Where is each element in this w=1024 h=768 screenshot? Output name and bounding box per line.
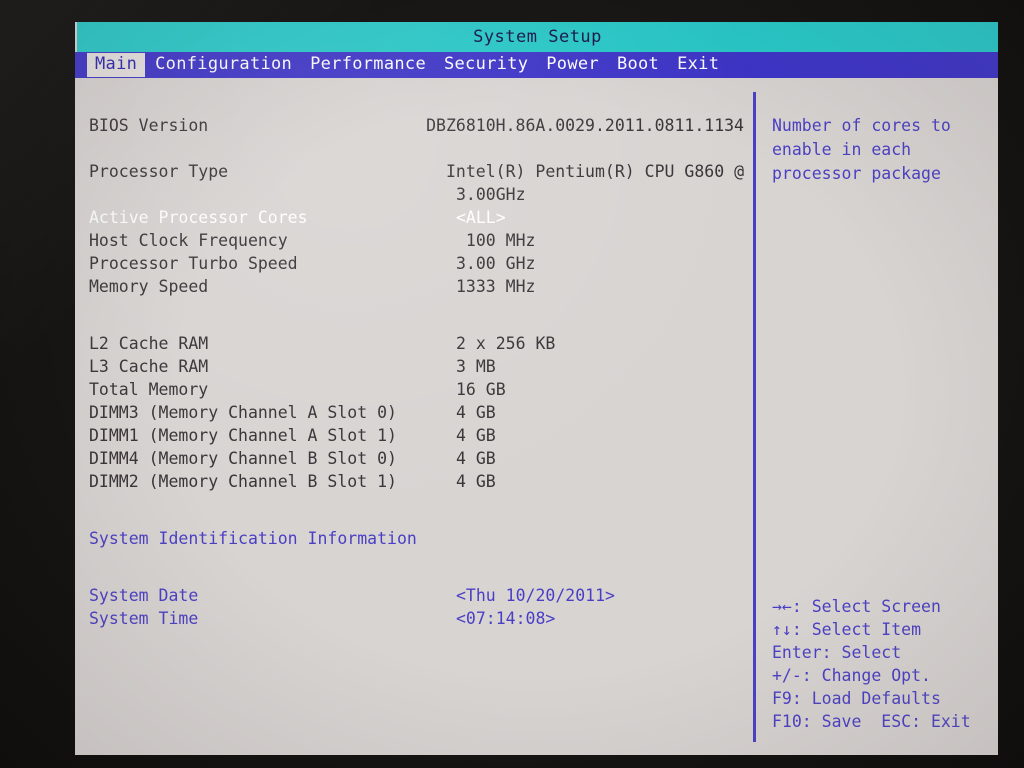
row-dimm1: DIMM1 (Memory Channel A Slot 1) 4 GB [89,424,744,447]
row-memory-speed: Memory Speed 1333 MHz [89,275,744,298]
memory-speed-value: 1333 MHz [456,277,536,296]
tab-configuration[interactable]: Configuration [147,53,300,77]
dimm1-label: DIMM1 (Memory Channel A Slot 1) [89,426,397,445]
row-dimm3: DIMM3 (Memory Channel A Slot 0) 4 GB [89,401,744,424]
row-total-memory: Total Memory 16 GB [89,378,744,401]
legend-load-defaults: F9: Load Defaults [772,689,941,708]
row-host-clock-frequency: Host Clock Frequency 100 MHz [89,229,744,252]
title-bar: System Setup [77,22,998,52]
dimm2-label: DIMM2 (Memory Channel B Slot 1) [89,472,397,491]
system-identification-information-label[interactable]: System Identification Information [89,527,456,550]
total-memory-value: 16 GB [456,380,506,399]
system-date-label[interactable]: System Date [89,584,456,607]
processor-turbo-speed-value: 3.00 GHz [456,254,536,273]
memory-speed-label: Memory Speed [89,277,209,296]
dimm4-value: 4 GB [456,449,496,468]
bios-version-value: DBZ6810H.86A.0029.2011.0811.1134 [426,116,744,135]
processor-type-value-cont: 3.00GHz [456,185,526,204]
dimm1-value: 4 GB [456,426,496,445]
row-l3-cache-ram: L3 Cache RAM 3 MB [89,355,744,378]
help-line: processor package [772,164,941,183]
row-processor-type-cont: 3.00GHz [89,183,744,206]
legend-select-screen: →←: Select Screen [772,597,941,616]
legend-select-item: ↑↓: Select Item [772,620,922,639]
row-system-identification-information[interactable]: System Identification Information [89,527,744,550]
host-clock-frequency-label: Host Clock Frequency [89,231,288,250]
row-system-time[interactable]: System Time <07:14:08> [89,607,744,630]
content-area: BIOS Version DBZ6810H.86A.0029.2011.0811… [75,78,998,755]
pane-divider [753,92,756,742]
row-dimm2: DIMM2 (Memory Channel B Slot 1) 4 GB [89,470,744,493]
dimm4-label: DIMM4 (Memory Channel B Slot 0) [89,449,397,468]
row-l2-cache-ram: L2 Cache RAM 2 x 256 KB [89,332,744,355]
row-system-date[interactable]: System Date <Thu 10/20/2011> [89,584,744,607]
help-panel: Number of cores to enable in each proces… [772,114,987,186]
processor-turbo-speed-label: Processor Turbo Speed [89,254,298,273]
system-time-label[interactable]: System Time [89,607,456,630]
active-processor-cores-label[interactable]: Active Processor Cores [89,206,456,229]
help-line: Number of cores to [772,116,951,135]
total-memory-label: Total Memory [89,380,209,399]
tab-main[interactable]: Main [87,53,146,77]
legend-save-exit: F10: Save ESC: Exit [772,712,971,731]
row-processor-turbo-speed: Processor Turbo Speed 3.00 GHz [89,252,744,275]
tab-power[interactable]: Power [538,53,607,77]
row-active-processor-cores[interactable]: Active Processor Cores <ALL> [89,206,744,229]
dimm2-value: 4 GB [456,472,496,491]
tab-exit[interactable]: Exit [669,53,727,77]
tab-security[interactable]: Security [436,53,536,77]
menu-bar[interactable]: Main Configuration Performance Security … [75,52,998,78]
l3-cache-ram-value: 3 MB [456,357,496,376]
bios-version-label: BIOS Version [89,116,209,135]
dimm3-value: 4 GB [456,403,496,422]
row-processor-type: Processor Type Intel(R) Pentium(R) CPU G… [89,160,744,183]
host-clock-frequency-value: 100 MHz [456,231,536,250]
tab-boot[interactable]: Boot [609,53,667,77]
page-title: System Setup [473,27,602,47]
tab-performance[interactable]: Performance [302,53,434,77]
l2-cache-ram-value: 2 x 256 KB [456,334,556,353]
processor-type-label: Processor Type [89,162,229,181]
bios-screen: System Setup Main Configuration Performa… [75,22,998,755]
key-legend: →←: Select Screen ↑↓: Select Item Enter:… [772,595,992,733]
row-dimm4: DIMM4 (Memory Channel B Slot 0) 4 GB [89,447,744,470]
help-line: enable in each [772,140,912,159]
system-date-value[interactable]: <Thu 10/20/2011> [456,584,744,607]
l2-cache-ram-label: L2 Cache RAM [89,334,209,353]
settings-list: BIOS Version DBZ6810H.86A.0029.2011.0811… [89,114,744,630]
active-processor-cores-value[interactable]: <ALL> [456,206,744,229]
processor-type-value: Intel(R) Pentium(R) CPU G860 @ [445,162,744,181]
dimm3-label: DIMM3 (Memory Channel A Slot 0) [89,403,397,422]
legend-enter-select: Enter: Select [772,643,902,662]
l3-cache-ram-label: L3 Cache RAM [89,357,209,376]
row-bios-version: BIOS Version DBZ6810H.86A.0029.2011.0811… [89,114,744,137]
legend-change-opt: +/-: Change Opt. [772,666,931,685]
system-time-value[interactable]: <07:14:08> [456,607,744,630]
